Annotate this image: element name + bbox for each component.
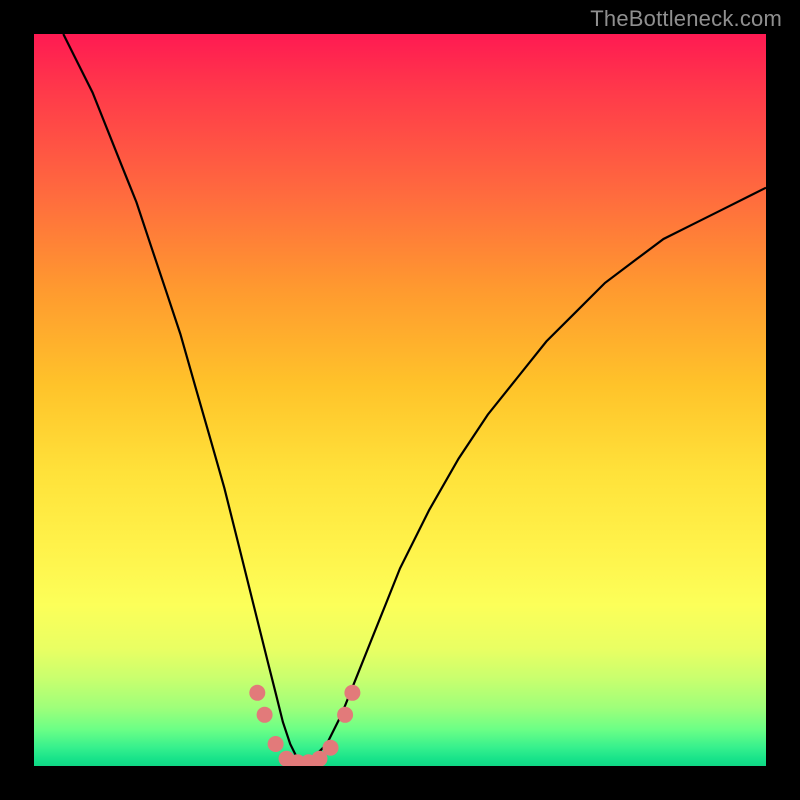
watermark-text: TheBottleneck.com (590, 6, 782, 32)
highlight-dot (323, 740, 339, 756)
highlight-dot (257, 707, 273, 723)
highlight-dot (344, 685, 360, 701)
bottleneck-curve (63, 34, 766, 766)
curve-path (63, 34, 766, 766)
highlight-dot (249, 685, 265, 701)
plot-area (34, 34, 766, 766)
chart-frame: TheBottleneck.com (0, 0, 800, 800)
curve-layer (34, 34, 766, 766)
highlight-dot (337, 707, 353, 723)
highlight-dots (249, 685, 360, 766)
highlight-dot (268, 736, 284, 752)
